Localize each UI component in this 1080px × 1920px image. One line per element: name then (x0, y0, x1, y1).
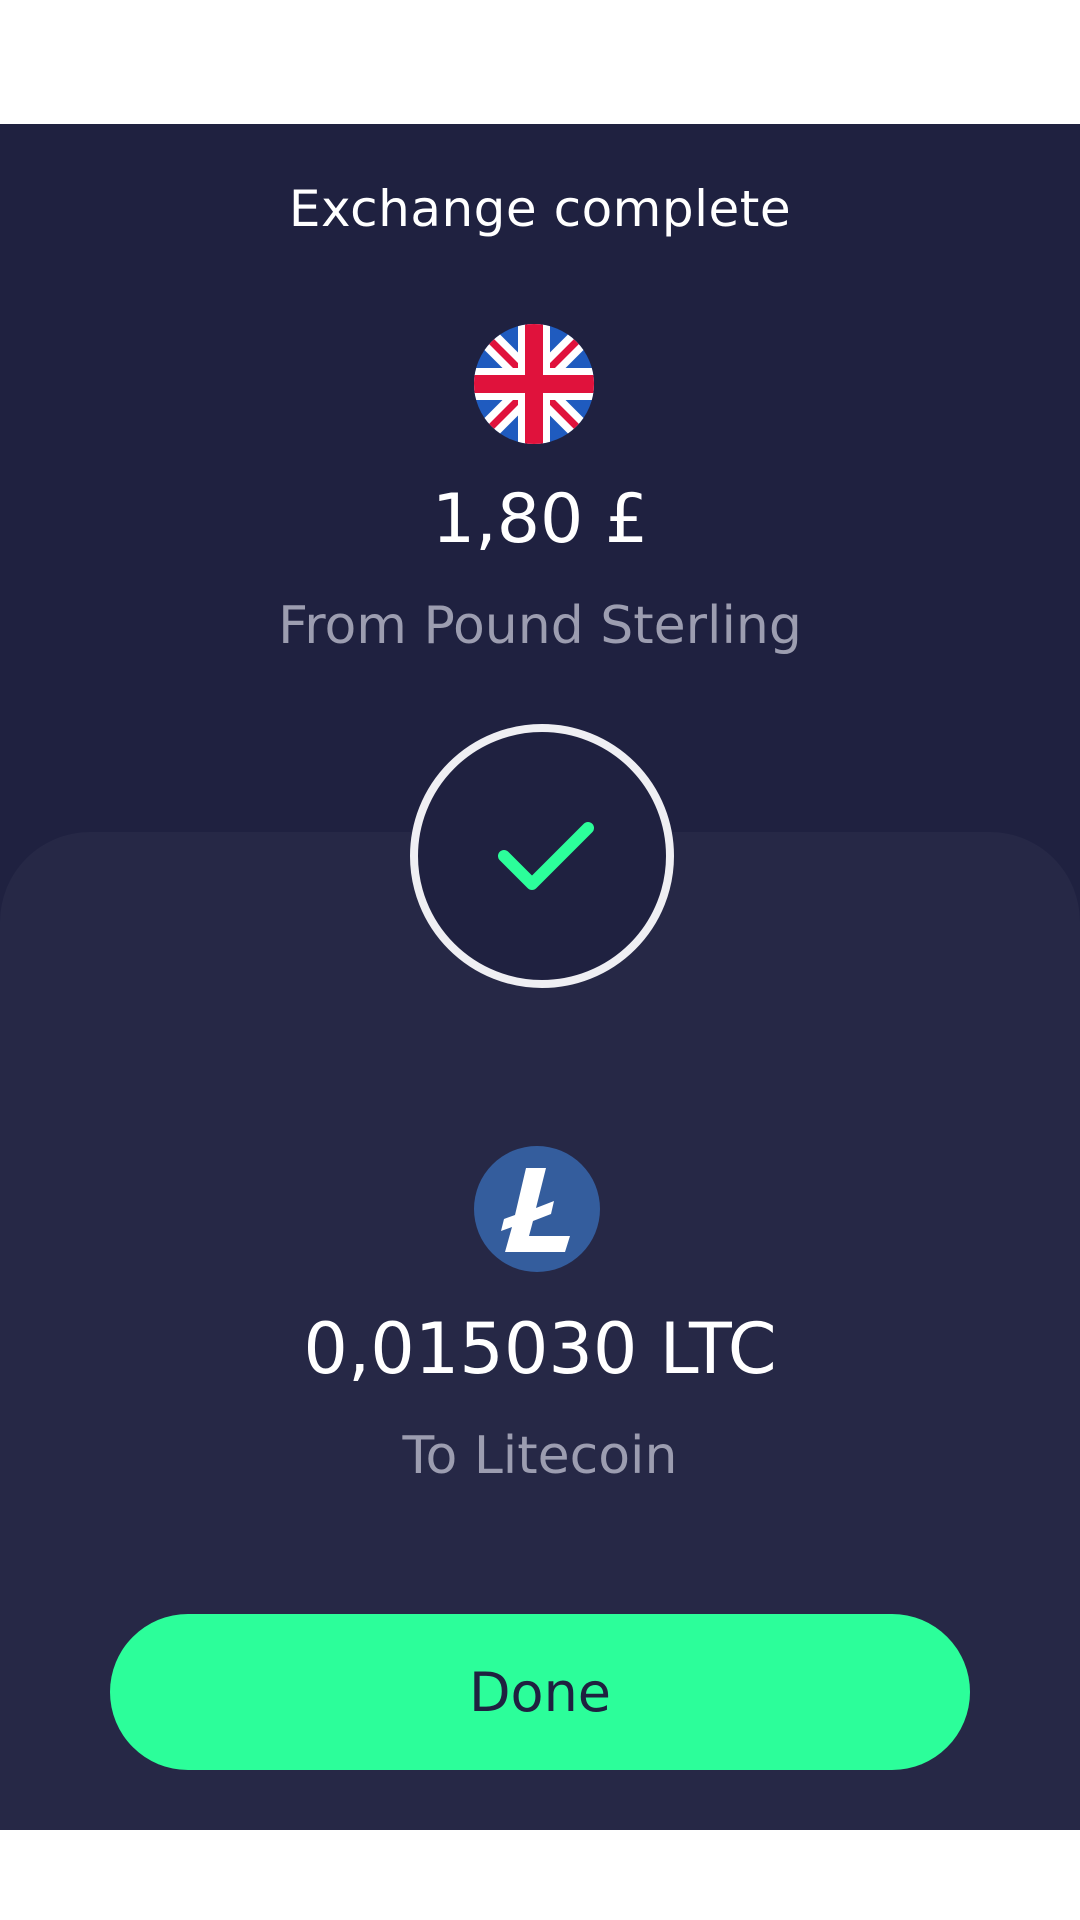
done-button[interactable]: Done (110, 1614, 970, 1770)
uk-flag-icon (474, 324, 594, 444)
page: Exchange complete 1,80 £ From Pound Ster… (0, 0, 1080, 1920)
from-amount: 1,80 £ (431, 480, 649, 559)
page-title: Exchange complete (288, 180, 792, 238)
from-currency-label: From Pound Sterling (278, 596, 802, 656)
to-currency-label: To Litecoin (402, 1426, 678, 1486)
to-amount: 0,015030 LTC (303, 1308, 777, 1390)
checkmark-icon (498, 822, 594, 890)
litecoin-icon (474, 1146, 600, 1272)
exchange-complete-screen: Exchange complete 1,80 £ From Pound Ster… (0, 124, 1080, 1830)
success-badge (410, 724, 674, 988)
